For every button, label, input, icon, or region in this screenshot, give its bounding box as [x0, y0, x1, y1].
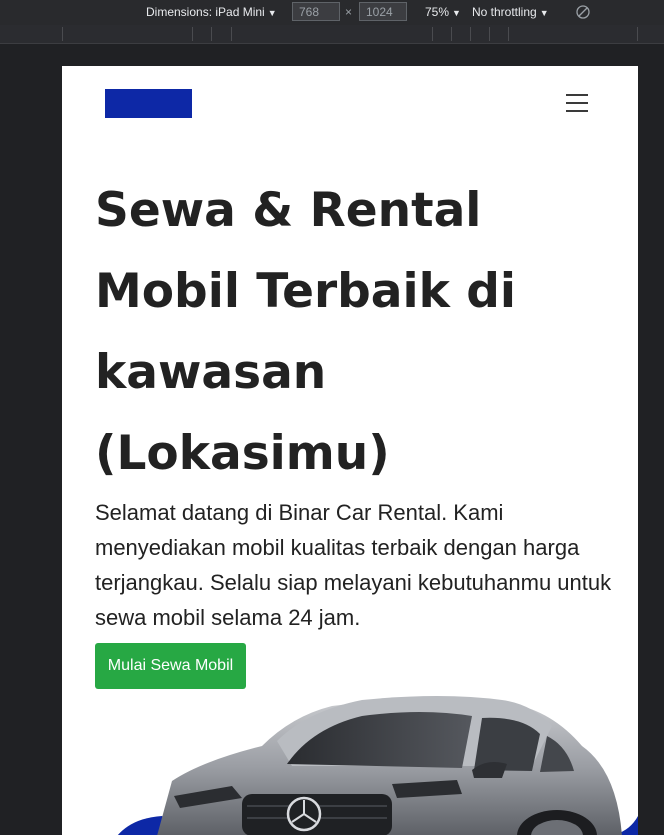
ruler-tick [192, 27, 193, 41]
device-toolbar: Dimensions: iPad Mini▼ × 75%▼ No throttl… [0, 0, 664, 25]
caret-down-icon: ▼ [452, 8, 461, 18]
device-dimensions-dropdown[interactable]: Dimensions: iPad Mini ▼ [146, 5, 277, 19]
ruler-tick [231, 27, 232, 41]
throttling-label: No throttling [472, 5, 537, 19]
device-viewport: Sewa & Rental Mobil Terbaik di kawasan (… [62, 66, 638, 835]
hero-title: Sewa & Rental Mobil Terbaik di kawasan (… [95, 183, 517, 481]
ruler-tick [470, 27, 471, 41]
width-input[interactable] [292, 2, 340, 21]
device-dimensions-label: Dimensions: iPad Mini [146, 5, 265, 19]
zoom-label: 75% [425, 5, 450, 19]
ruler-tick [637, 27, 638, 41]
car-image [117, 696, 638, 835]
hero-description: Selamat datang di Binar Car Rental. Kami… [95, 500, 612, 630]
caret-down-icon: ▼ [267, 8, 277, 18]
hamburger-icon[interactable] [564, 92, 590, 114]
throttling-dropdown[interactable]: No throttling ▼ [472, 5, 549, 19]
media-query-ruler[interactable] [0, 25, 664, 44]
menu-bar [566, 110, 588, 112]
times-symbol: × [345, 5, 353, 19]
ruler-tick [432, 27, 433, 41]
menu-bar [566, 102, 588, 104]
brand-logo[interactable] [105, 89, 192, 118]
zoom-dropdown[interactable]: 75% ▼ [425, 5, 461, 19]
caret-down-icon: ▼ [539, 8, 549, 18]
start-rental-button[interactable]: Mulai Sewa Mobil [95, 643, 246, 689]
ruler-tick [451, 27, 452, 41]
rotate-icon[interactable] [575, 4, 591, 20]
ruler-tick [508, 27, 509, 41]
height-input[interactable] [359, 2, 407, 21]
ruler-tick [62, 27, 63, 41]
ruler-tick [489, 27, 490, 41]
menu-bar [566, 94, 588, 96]
ruler-tick [211, 27, 212, 41]
